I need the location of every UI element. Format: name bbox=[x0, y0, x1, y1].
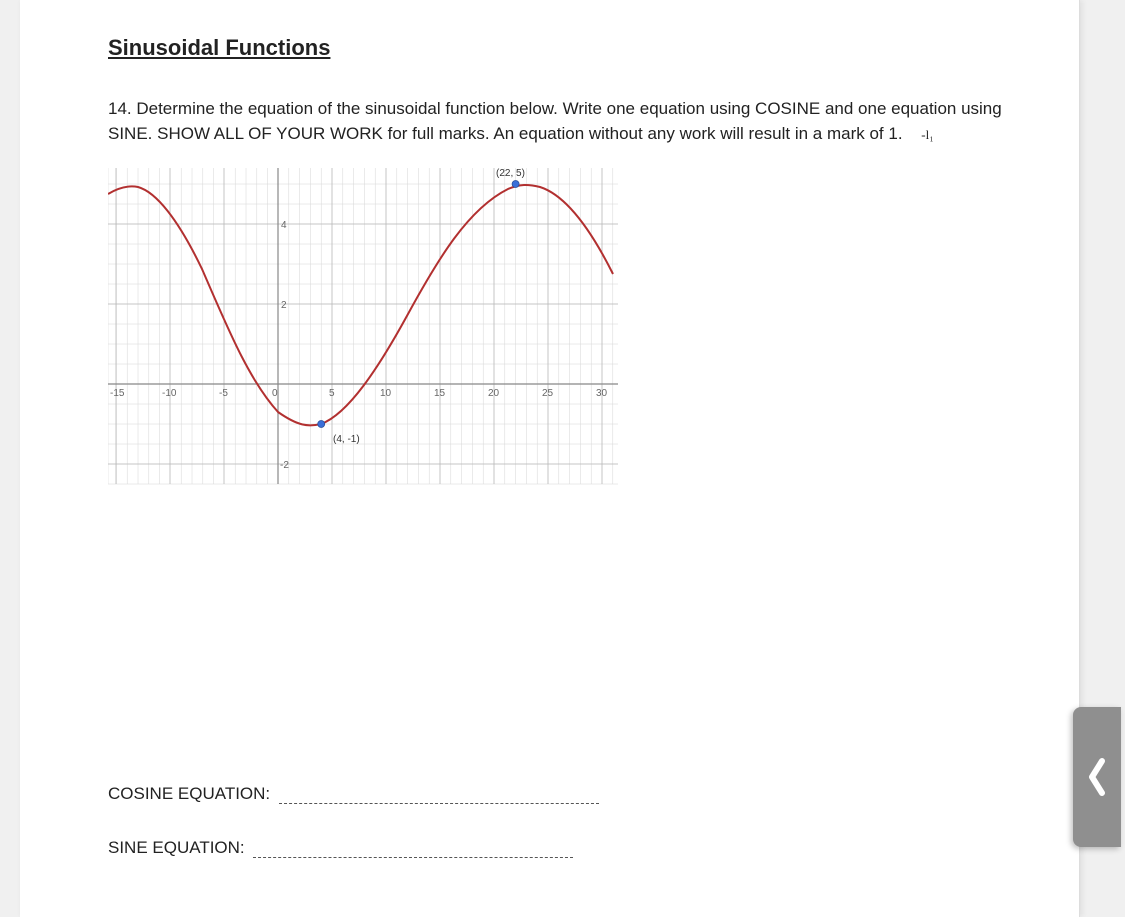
svg-text:-5: -5 bbox=[219, 388, 228, 399]
svg-text:-2: -2 bbox=[280, 460, 289, 471]
worksheet-page: Sinusoidal Functions 14. Determine the e… bbox=[20, 0, 1080, 917]
side-tab-handle[interactable] bbox=[1073, 707, 1121, 847]
min-point-label: (4, -1) bbox=[333, 434, 360, 445]
y-tick-labels: 4 2 -2 bbox=[280, 220, 289, 471]
svg-text:2: 2 bbox=[281, 300, 287, 311]
sinusoid-chart: (22, 5) (4, -1) -15 -10 -5 0 5 10 15 20 … bbox=[108, 164, 1019, 494]
svg-text:5: 5 bbox=[329, 388, 335, 399]
answer-block: COSINE EQUATION: SINE EQUATION: bbox=[108, 784, 1019, 858]
svg-text:4: 4 bbox=[281, 220, 287, 231]
svg-text:0: 0 bbox=[272, 388, 278, 399]
cosine-label: COSINE EQUATION: bbox=[108, 784, 270, 803]
question-body: 14. Determine the equation of the sinuso… bbox=[108, 99, 1002, 143]
svg-text:30: 30 bbox=[596, 388, 608, 399]
x-tick-labels: -15 -10 -5 0 5 10 15 20 25 30 bbox=[110, 388, 608, 399]
section-title: Sinusoidal Functions bbox=[108, 35, 1019, 61]
svg-text:20: 20 bbox=[488, 388, 500, 399]
handwritten-annotation: -l₁ bbox=[921, 127, 933, 142]
sine-answer-line: SINE EQUATION: bbox=[108, 838, 1019, 858]
max-point-label: (22, 5) bbox=[496, 168, 525, 179]
svg-text:-10: -10 bbox=[162, 388, 177, 399]
min-point-dot bbox=[318, 421, 325, 428]
question-text: 14. Determine the equation of the sinuso… bbox=[108, 97, 1019, 146]
sine-label: SINE EQUATION: bbox=[108, 838, 245, 857]
sine-blank[interactable] bbox=[253, 840, 573, 858]
svg-text:15: 15 bbox=[434, 388, 446, 399]
cosine-answer-line: COSINE EQUATION: bbox=[108, 784, 1019, 804]
svg-text:25: 25 bbox=[542, 388, 554, 399]
svg-text:-15: -15 bbox=[110, 388, 125, 399]
grid bbox=[108, 168, 618, 484]
cosine-blank[interactable] bbox=[279, 786, 599, 804]
chart-svg: (22, 5) (4, -1) -15 -10 -5 0 5 10 15 20 … bbox=[108, 164, 618, 494]
chevron-left-icon bbox=[1086, 757, 1108, 797]
svg-text:10: 10 bbox=[380, 388, 392, 399]
max-point-dot bbox=[512, 181, 519, 188]
